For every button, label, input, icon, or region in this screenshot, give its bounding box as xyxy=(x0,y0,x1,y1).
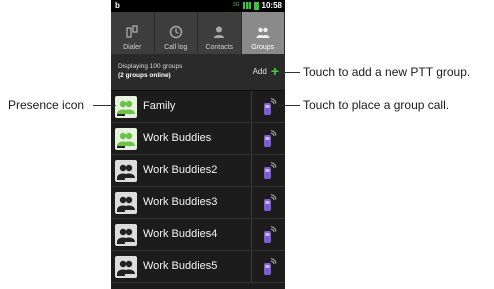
callout-add-group: Touch to add a new PTT group. xyxy=(303,65,471,79)
ptt-phone-icon xyxy=(263,257,276,275)
list-item[interactable]: Work Buddies xyxy=(111,123,285,155)
group-name: Work Buddies4 xyxy=(143,228,218,240)
group-call-button[interactable] xyxy=(251,123,285,154)
signal-icon xyxy=(242,2,251,9)
status-time: 10:58 xyxy=(261,1,282,10)
ptt-phone-icon xyxy=(263,225,276,243)
list-item[interactable]: Work Buddies2 xyxy=(111,155,285,187)
tab-contacts[interactable]: Contacts xyxy=(198,12,242,54)
group-call-button[interactable] xyxy=(251,187,285,218)
phone-screen: b 3G 10:58 Dialer Call log Contacts Grou… xyxy=(111,0,285,289)
group-name: Work Buddies2 xyxy=(143,164,218,176)
dialer-icon xyxy=(126,25,138,38)
plus-icon: + xyxy=(270,63,279,79)
group-name: Work Buddies5 xyxy=(143,260,218,272)
group-name: Family xyxy=(143,100,176,112)
presence-icon xyxy=(115,224,137,246)
ptt-phone-icon xyxy=(263,193,276,211)
list-item[interactable]: Work Buddies4 xyxy=(111,219,285,251)
tab-call-log[interactable]: Call log xyxy=(155,12,198,54)
presence-icon xyxy=(115,96,137,118)
battery-icon xyxy=(253,1,259,10)
groups-count-text: Displaying 100 groups xyxy=(118,63,183,70)
tab-groups[interactable]: Groups xyxy=(241,12,285,54)
group-name: Work Buddies3 xyxy=(143,196,218,208)
group-list: Family Work Buddies Work Buddies2 Work B… xyxy=(111,91,285,283)
ptt-phone-icon xyxy=(263,161,276,179)
groups-online-text: (2 groups online) xyxy=(118,72,171,79)
clock-icon xyxy=(169,25,182,39)
groups-info-bar: Displaying 100 groups (2 groups online) … xyxy=(111,54,285,91)
ptt-phone-icon xyxy=(263,97,276,115)
tab-bar: Dialer Call log Contacts Groups xyxy=(111,12,285,54)
network-type: 3G xyxy=(232,2,240,8)
callout-line-add xyxy=(279,72,300,73)
tab-contacts-label: Contacts xyxy=(205,44,234,51)
presence-icon xyxy=(115,128,137,150)
callout-line-presence xyxy=(93,105,116,106)
group-call-button[interactable] xyxy=(251,219,285,250)
callout-presence-icon: Presence icon xyxy=(8,98,85,112)
group-call-button[interactable] xyxy=(251,251,285,282)
presence-icon xyxy=(115,192,137,214)
presence-icon xyxy=(115,160,137,182)
group-call-button[interactable] xyxy=(251,91,285,122)
list-item[interactable]: Family xyxy=(111,91,285,123)
group-call-button[interactable] xyxy=(251,155,285,186)
ptt-phone-icon xyxy=(263,129,276,147)
callout-line-call xyxy=(279,105,300,106)
callout-group-call: Touch to place a group call. xyxy=(303,98,450,112)
tab-dialer[interactable]: Dialer xyxy=(111,12,155,54)
list-item[interactable]: Work Buddies3 xyxy=(111,187,285,219)
tab-groups-label: Groups xyxy=(251,44,275,51)
status-left-icon: b xyxy=(115,1,120,10)
list-item[interactable]: Work Buddies5 xyxy=(111,251,285,283)
presence-icon xyxy=(115,256,137,278)
status-bar: b 3G 10:58 xyxy=(111,0,285,12)
add-group-button[interactable]: Add + xyxy=(252,63,279,79)
group-icon xyxy=(256,27,270,38)
tab-call-log-label: Call log xyxy=(164,44,188,51)
group-name: Work Buddies xyxy=(143,132,212,144)
person-icon xyxy=(214,26,225,38)
add-label: Add xyxy=(252,66,267,76)
tab-dialer-label: Dialer xyxy=(123,44,142,51)
